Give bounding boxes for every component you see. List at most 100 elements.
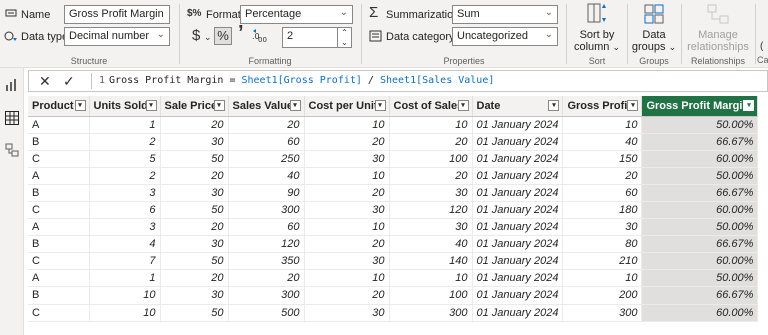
- table-cell[interactable]: 01 January 2024: [472, 133, 564, 151]
- table-cell[interactable]: 300: [389, 304, 473, 322]
- table-cell[interactable]: 50.00%: [641, 116, 759, 134]
- table-cell[interactable]: 20: [228, 116, 305, 134]
- filter-dropdown-icon[interactable]: ▾: [145, 100, 157, 111]
- table-cell[interactable]: 01 January 2024: [472, 150, 564, 168]
- table-cell[interactable]: 200: [562, 286, 643, 305]
- table-cell[interactable]: 300: [562, 304, 643, 322]
- table-cell[interactable]: 7: [89, 252, 161, 271]
- table-cell[interactable]: 10: [304, 116, 390, 134]
- table-cell[interactable]: 01 January 2024: [472, 184, 564, 202]
- column-header-selected[interactable]: Gross Profit Margin ▾: [641, 96, 759, 117]
- table-cell[interactable]: 60: [562, 184, 643, 202]
- table-cell[interactable]: 20: [228, 269, 305, 288]
- table-cell[interactable]: 20: [160, 269, 229, 288]
- table-cell[interactable]: 10: [89, 286, 161, 305]
- table-cell[interactable]: 4: [89, 235, 161, 254]
- table-cell[interactable]: 30: [389, 184, 473, 202]
- table-cell[interactable]: 1: [89, 269, 161, 288]
- model-view-icon[interactable]: [5, 143, 19, 157]
- calculation-icon-partial[interactable]: (: [760, 40, 763, 54]
- commit-formula-button[interactable]: ✓: [63, 73, 75, 90]
- table-cell[interactable]: 300: [228, 286, 305, 305]
- table-cell[interactable]: 120: [228, 235, 305, 254]
- table-cell[interactable]: 20: [304, 235, 390, 254]
- table-cell[interactable]: 01 January 2024: [472, 201, 564, 220]
- table-cell[interactable]: 1: [89, 116, 161, 134]
- table-cell[interactable]: B: [28, 184, 90, 202]
- table-cell[interactable]: C: [28, 252, 90, 271]
- table-cell[interactable]: A: [28, 167, 90, 185]
- column-header[interactable]: Gross Profit ▾: [562, 96, 643, 117]
- table-cell[interactable]: 300: [228, 201, 305, 220]
- filter-dropdown-icon[interactable]: ▾: [374, 100, 386, 111]
- datatype-select[interactable]: Decimal number ⌄: [64, 27, 170, 46]
- table-cell[interactable]: 20: [304, 184, 390, 202]
- table-cell[interactable]: 100: [389, 286, 473, 305]
- table-cell[interactable]: A: [28, 218, 90, 237]
- table-cell[interactable]: 50.00%: [641, 167, 759, 185]
- table-cell[interactable]: C: [28, 150, 90, 168]
- table-cell[interactable]: 80: [562, 235, 643, 254]
- table-cell[interactable]: 40: [562, 133, 643, 151]
- table-cell[interactable]: 60.00%: [641, 201, 759, 220]
- table-cell[interactable]: 30: [160, 133, 229, 151]
- table-cell[interactable]: 60.00%: [641, 304, 759, 322]
- table-cell[interactable]: 20: [160, 167, 229, 185]
- table-cell[interactable]: B: [28, 286, 90, 305]
- table-cell[interactable]: 60.00%: [641, 150, 759, 168]
- comma-button[interactable]: ’: [238, 23, 244, 43]
- table-cell[interactable]: 10: [389, 269, 473, 288]
- table-cell[interactable]: 66.67%: [641, 184, 759, 202]
- table-cell[interactable]: 01 January 2024: [472, 218, 564, 237]
- table-cell[interactable]: 140: [389, 252, 473, 271]
- filter-dropdown-icon[interactable]: ▾: [457, 100, 469, 111]
- table-cell[interactable]: 40: [228, 167, 305, 185]
- filter-dropdown-icon[interactable]: ▾: [213, 100, 225, 111]
- table-cell[interactable]: 01 January 2024: [472, 235, 564, 254]
- column-header[interactable]: Sale Price ▾: [160, 96, 229, 117]
- table-cell[interactable]: B: [28, 235, 90, 254]
- formula-input[interactable]: 1 Gross Profit Margin = Sheet1[Gross Prof…: [99, 75, 494, 86]
- stepper-down-icon[interactable]: ⌄: [338, 38, 351, 48]
- table-cell[interactable]: 2: [89, 167, 161, 185]
- table-cell[interactable]: 50: [160, 304, 229, 322]
- format-select[interactable]: Percentage ⌄: [240, 5, 353, 24]
- table-cell[interactable]: 30: [304, 150, 390, 168]
- table-cell[interactable]: 120: [389, 201, 473, 220]
- table-cell[interactable]: 10: [304, 218, 390, 237]
- table-cell[interactable]: 180: [562, 201, 643, 220]
- table-cell[interactable]: 10: [562, 116, 643, 134]
- data-groups-button[interactable]: Data groups ⌄: [629, 2, 679, 53]
- table-cell[interactable]: 210: [562, 252, 643, 271]
- filter-dropdown-icon[interactable]: ▾: [743, 100, 755, 111]
- table-cell[interactable]: 01 January 2024: [472, 269, 564, 288]
- table-cell[interactable]: 20: [160, 218, 229, 237]
- table-view-icon[interactable]: [5, 111, 19, 125]
- table-cell[interactable]: 30: [304, 252, 390, 271]
- filter-dropdown-icon[interactable]: ▾: [74, 100, 86, 111]
- table-cell[interactable]: 350: [228, 252, 305, 271]
- table-cell[interactable]: 500: [228, 304, 305, 322]
- filter-dropdown-icon[interactable]: ▾: [548, 100, 560, 111]
- decimals-stepper[interactable]: ⌃ ⌄: [338, 27, 352, 48]
- table-cell[interactable]: 50: [160, 201, 229, 220]
- table-cell[interactable]: 30: [304, 201, 390, 220]
- table-cell[interactable]: 30: [389, 218, 473, 237]
- name-field[interactable]: Gross Profit Margin: [64, 5, 170, 24]
- table-cell[interactable]: 10: [304, 167, 390, 185]
- table-cell[interactable]: 20: [389, 167, 473, 185]
- table-cell[interactable]: 01 January 2024: [472, 286, 564, 305]
- table-cell[interactable]: 150: [562, 150, 643, 168]
- column-header[interactable]: Cost of Sales ▾: [389, 96, 473, 117]
- table-cell[interactable]: 20: [562, 167, 643, 185]
- table-cell[interactable]: 20: [389, 133, 473, 151]
- category-select[interactable]: Uncategorized ⌄: [452, 27, 558, 46]
- table-cell[interactable]: 6: [89, 201, 161, 220]
- table-cell[interactable]: 01 January 2024: [472, 116, 564, 134]
- table-cell[interactable]: 20: [304, 133, 390, 151]
- table-cell[interactable]: 66.67%: [641, 286, 759, 305]
- table-cell[interactable]: 30: [160, 184, 229, 202]
- filter-dropdown-icon[interactable]: ▾: [289, 100, 301, 111]
- table-cell[interactable]: 60: [228, 218, 305, 237]
- chevron-down-icon[interactable]: ⌄: [204, 30, 212, 44]
